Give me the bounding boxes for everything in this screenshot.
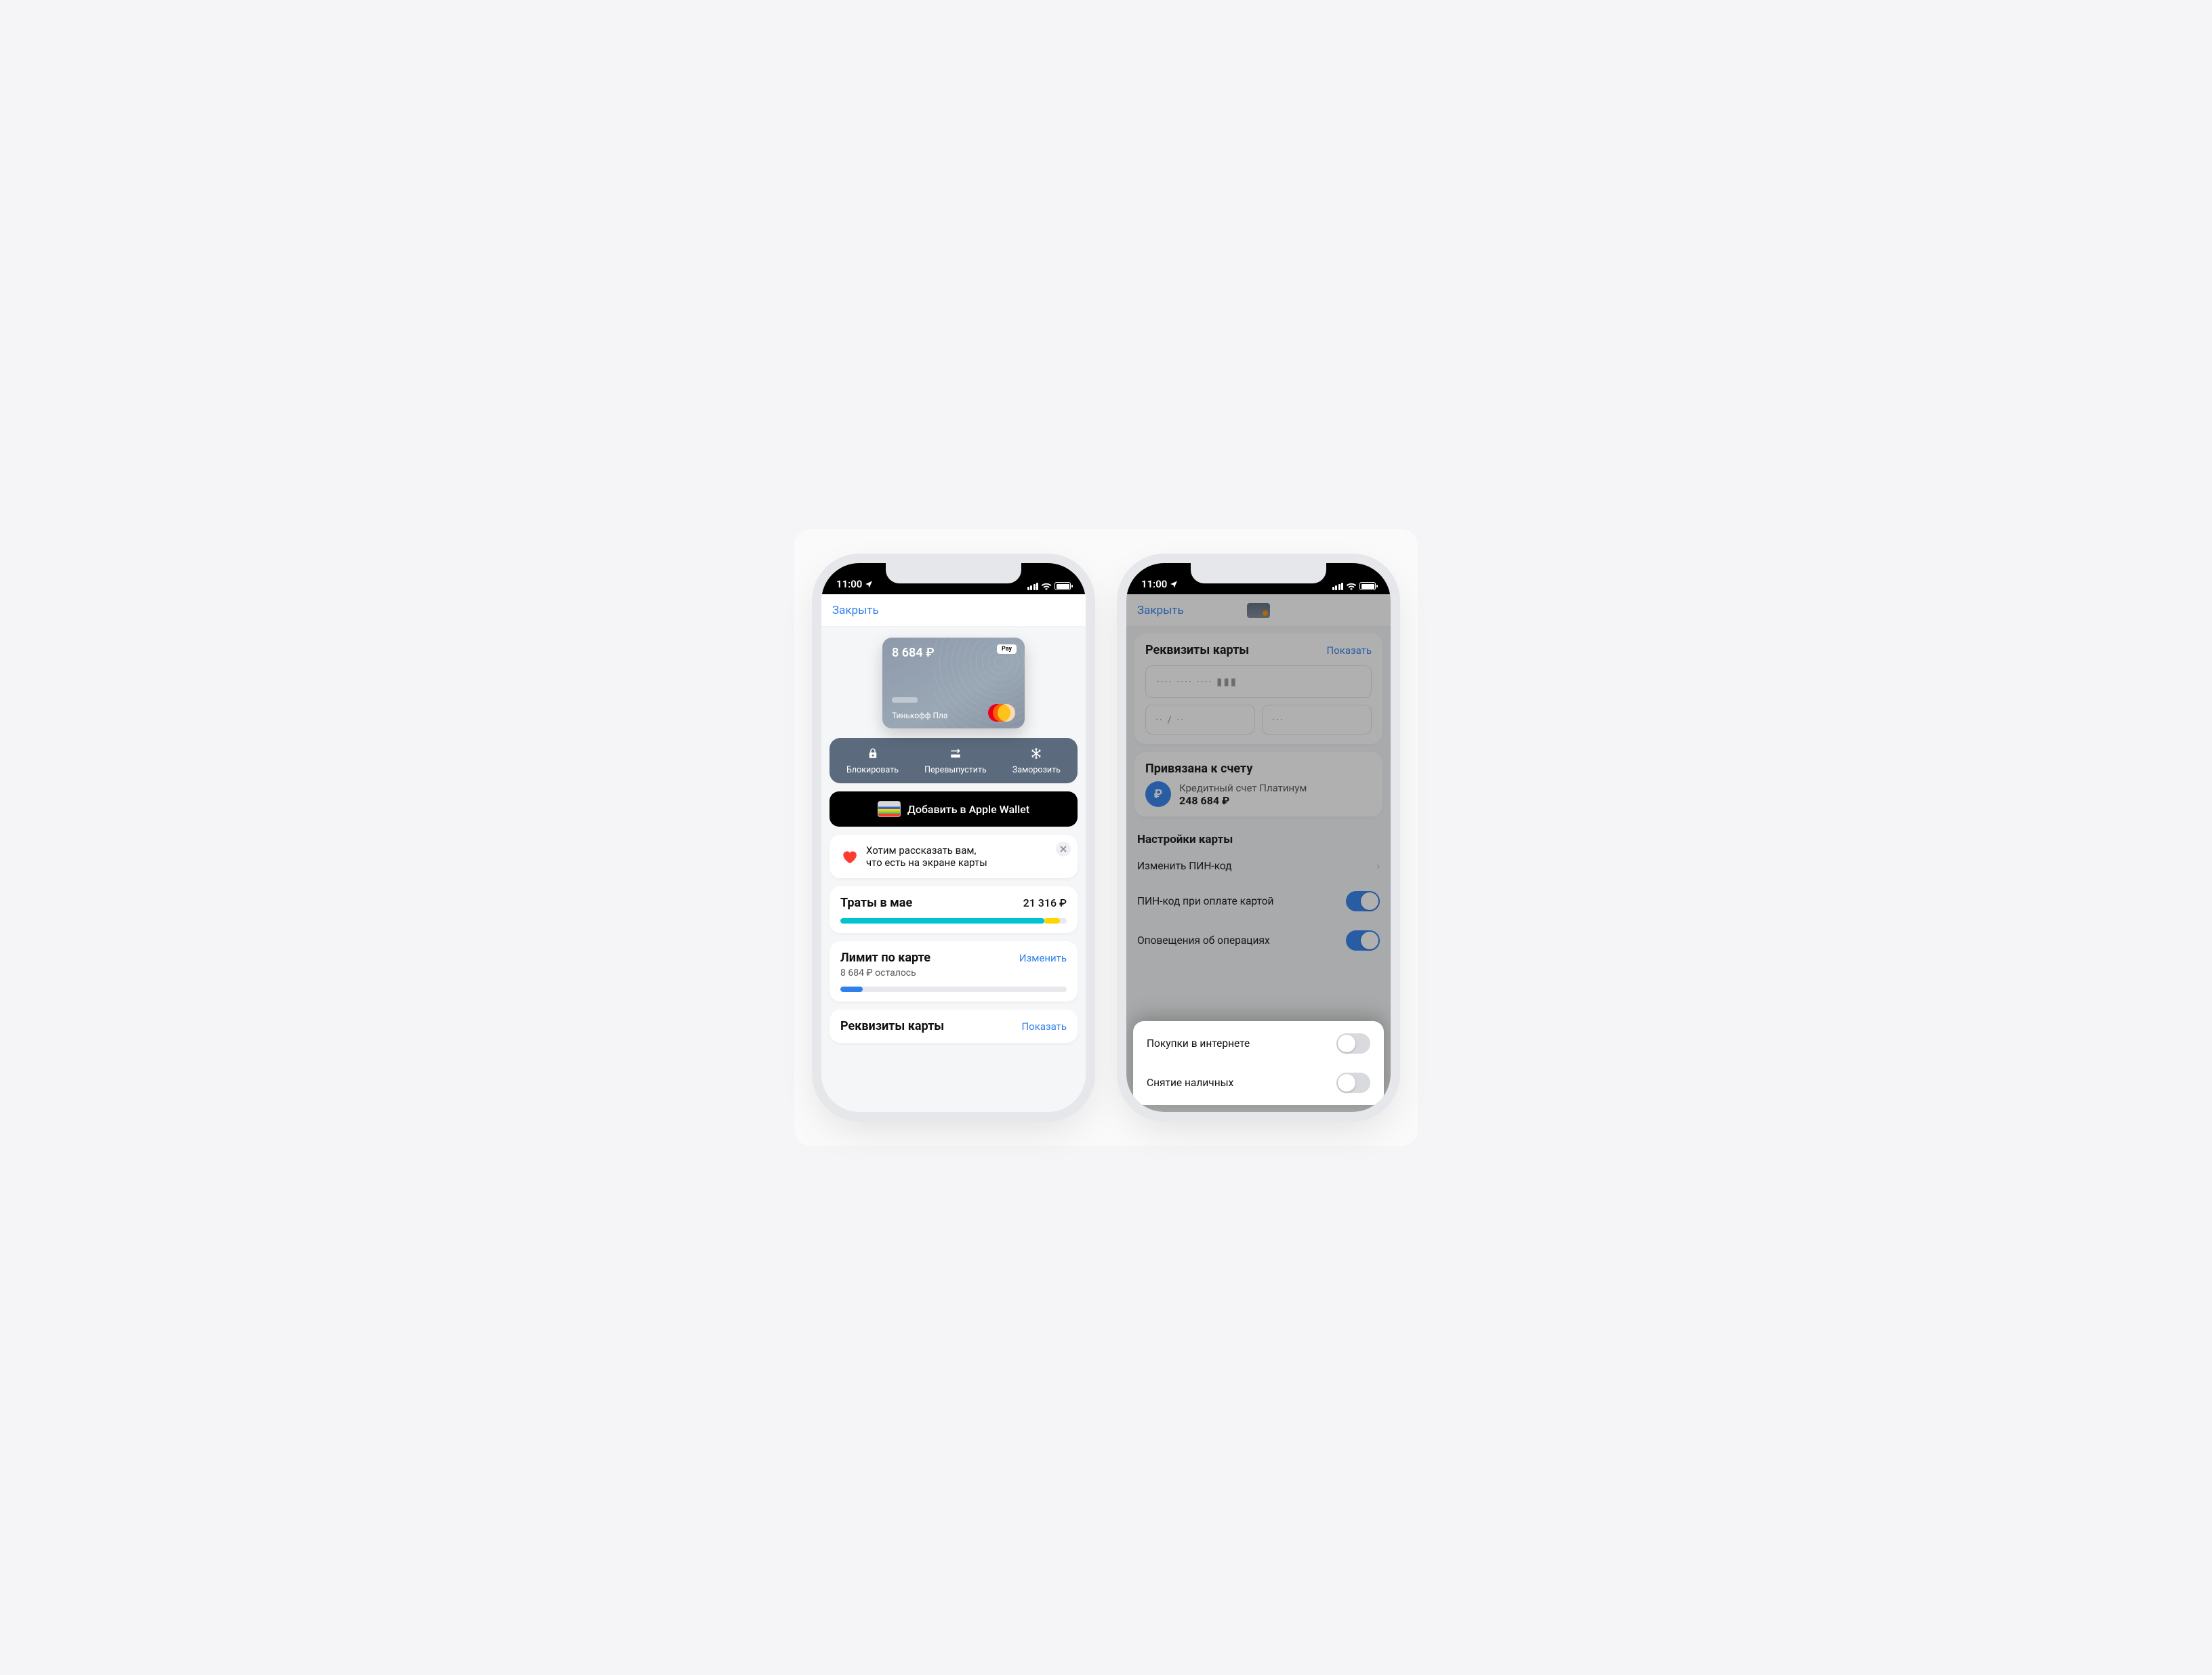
spending-title: Траты в мае xyxy=(840,896,912,910)
phone-left: 11:00 Закрыть 8 684 ₽ Pay xyxy=(821,563,1086,1112)
bank-card[interactable]: 8 684 ₽ Pay Тинькофф Пла xyxy=(882,638,1025,728)
heart-icon xyxy=(840,848,858,865)
online-purchases-row: Покупки в интернете xyxy=(1144,1024,1373,1063)
dismiss-banner-button[interactable] xyxy=(1056,842,1071,856)
requisites-title: Реквизиты карты xyxy=(840,1019,944,1033)
card-settings-section: Настройки карты Изменить ПИН-код › ПИН-к… xyxy=(1134,825,1382,960)
close-button[interactable]: Закрыть xyxy=(1137,604,1184,617)
card-pan-mask-icon xyxy=(892,697,918,703)
cell-signal-icon xyxy=(1332,583,1344,590)
wifi-icon xyxy=(1041,582,1052,590)
close-button[interactable]: Закрыть xyxy=(832,604,879,617)
info-line2: что есть на экране карты xyxy=(866,856,987,869)
spending-bar xyxy=(840,918,1067,924)
close-icon xyxy=(1060,846,1067,852)
snowflake-icon xyxy=(1029,746,1044,761)
card-actions: Блокировать Перевыпустить Заморозить xyxy=(830,738,1078,783)
spending-amount: 21 316 ₽ xyxy=(1023,896,1067,909)
online-purchases-label: Покупки в интернете xyxy=(1147,1037,1250,1050)
account-name: Кредитный счет Платинум xyxy=(1179,782,1307,794)
mockup-stage: 11:00 Закрыть 8 684 ₽ Pay xyxy=(794,529,1418,1146)
nav-card-icon xyxy=(1247,603,1270,618)
nav-bar: Закрыть xyxy=(821,594,1086,627)
pin-on-pay-toggle[interactable] xyxy=(1346,891,1380,911)
info-banner[interactable]: Хотим рассказать вам, что есть на экране… xyxy=(830,835,1078,878)
limit-change-button[interactable]: Изменить xyxy=(1019,952,1067,964)
apple-wallet-icon xyxy=(878,801,901,817)
battery-icon xyxy=(1054,582,1071,590)
change-pin-row[interactable]: Изменить ПИН-код › xyxy=(1134,850,1382,882)
reissue-card-button[interactable]: Перевыпустить xyxy=(924,746,987,775)
location-icon xyxy=(1170,580,1178,588)
card-cvv-field[interactable]: ··· xyxy=(1262,705,1372,735)
pin-on-pay-label: ПИН-код при оплате картой xyxy=(1137,895,1273,907)
tx-notify-toggle[interactable] xyxy=(1346,930,1380,951)
requisites-show-button[interactable]: Показать xyxy=(1326,644,1372,657)
add-to-apple-wallet-button[interactable]: Добавить в Apple Wallet xyxy=(830,791,1078,827)
phone-notch xyxy=(886,563,1021,583)
requisites-title: Реквизиты карты xyxy=(1145,643,1249,657)
limit-title: Лимит по карте xyxy=(840,951,930,965)
wifi-icon xyxy=(1346,582,1357,590)
nav-bar: Закрыть xyxy=(1126,594,1391,627)
reissue-icon xyxy=(948,746,963,761)
reissue-label: Перевыпустить xyxy=(924,765,987,775)
cash-withdrawal-toggle[interactable] xyxy=(1336,1073,1370,1093)
linked-title: Привязана к счету xyxy=(1145,762,1252,776)
linked-account-tile[interactable]: Привязана к счету ₽ Кредитный счет Плати… xyxy=(1134,752,1382,816)
ruble-icon: ₽ xyxy=(1145,781,1171,807)
pin-on-pay-row: ПИН-код при оплате картой xyxy=(1134,882,1382,921)
spending-tile[interactable]: Траты в мае 21 316 ₽ xyxy=(830,886,1078,933)
phone-right: 11:00 Закрыть Реквизиты карты Показать xyxy=(1126,563,1391,1112)
content-scroll[interactable]: 8 684 ₽ Pay Тинькофф Пла Блокировать xyxy=(821,627,1086,1112)
block-label: Блокировать xyxy=(846,765,899,775)
apple-pay-badge-icon: Pay xyxy=(997,644,1017,654)
card-expiry-field[interactable]: ·· / ·· xyxy=(1145,705,1255,735)
requisites-show-button[interactable]: Показать xyxy=(1021,1020,1067,1033)
freeze-card-button[interactable]: Заморозить xyxy=(1012,746,1061,775)
cash-withdrawal-label: Снятие наличных xyxy=(1147,1077,1233,1089)
limit-bar xyxy=(840,987,1067,992)
chevron-right-icon: › xyxy=(1376,860,1380,872)
status-time: 11:00 xyxy=(836,578,862,590)
requisites-tile: Реквизиты карты Показать ···· ···· ···· … xyxy=(1134,634,1382,744)
cell-signal-icon xyxy=(1027,583,1039,590)
bottom-sheet: Покупки в интернете Снятие наличных xyxy=(1133,1021,1384,1105)
account-balance: 248 684 ₽ xyxy=(1179,794,1307,807)
requisites-tile-peek[interactable]: Реквизиты карты Показать xyxy=(830,1010,1078,1043)
limit-remaining: 8 684 ₽ осталось xyxy=(840,968,1067,978)
settings-title: Настройки карты xyxy=(1137,827,1380,846)
mastercard-icon xyxy=(988,704,1015,722)
location-icon xyxy=(865,580,873,588)
freeze-label: Заморозить xyxy=(1012,765,1061,775)
card-brand: Тинькофф Пла xyxy=(892,711,948,720)
tx-notify-label: Оповещения об операциях xyxy=(1137,934,1270,947)
online-purchases-toggle[interactable] xyxy=(1336,1033,1370,1054)
block-card-button[interactable]: Блокировать xyxy=(846,746,899,775)
info-line1: Хотим рассказать вам, xyxy=(866,844,987,856)
phone-notch xyxy=(1191,563,1326,583)
wallet-button-label: Добавить в Apple Wallet xyxy=(907,803,1029,816)
card-number-field[interactable]: ···· ···· ···· ▮▮▮ xyxy=(1145,665,1372,698)
cash-withdrawal-row: Снятие наличных xyxy=(1144,1063,1373,1102)
change-pin-label: Изменить ПИН-код xyxy=(1137,860,1232,872)
lock-icon xyxy=(865,746,880,761)
battery-icon xyxy=(1359,582,1376,590)
tx-notify-row: Оповещения об операциях xyxy=(1134,921,1382,960)
status-time: 11:00 xyxy=(1141,578,1167,590)
limit-tile[interactable]: Лимит по карте Изменить 8 684 ₽ осталось xyxy=(830,941,1078,1001)
